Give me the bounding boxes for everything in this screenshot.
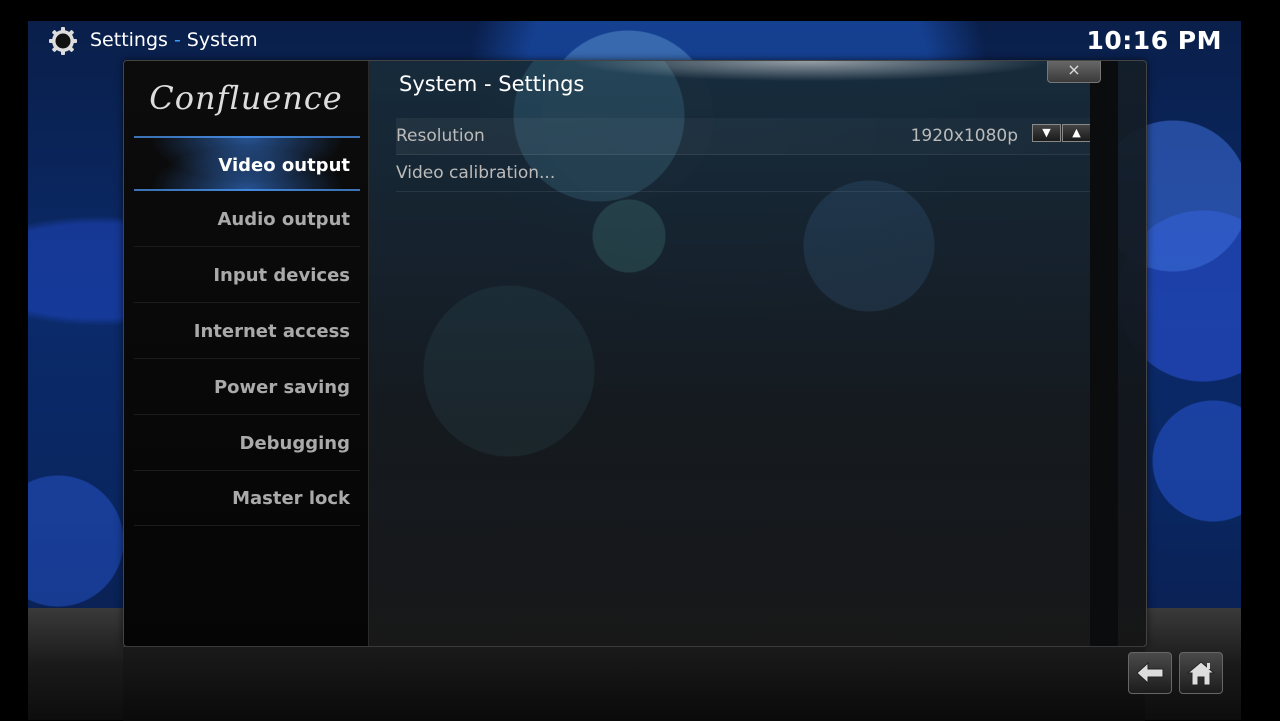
spin-down-button[interactable]: ▼ [1032, 124, 1061, 142]
page-title: System - Settings [399, 72, 585, 96]
breadcrumb: Settings - System [90, 29, 258, 51]
spin-up-button[interactable]: ▲ [1062, 124, 1091, 142]
home-icon [1187, 661, 1215, 686]
setting-label-video-calibration: Video calibration... [396, 163, 556, 183]
setting-row-video-calibration[interactable]: Video calibration... [396, 155, 1092, 192]
sidebar-item-input-devices[interactable]: Input devices [134, 248, 360, 303]
home-button[interactable] [1179, 652, 1223, 694]
sidebar-item-debugging[interactable]: Debugging [134, 416, 360, 471]
title-glow [549, 61, 1069, 83]
confluence-logo: Confluence [149, 79, 343, 117]
breadcrumb-separator: - [173, 29, 181, 51]
setting-value-resolution: 1920x1080p [910, 126, 1018, 146]
setting-label-resolution: Resolution [396, 126, 485, 146]
sidebar-item-master-lock[interactable]: Master lock [134, 471, 360, 526]
content-right-strip [1090, 61, 1118, 646]
breadcrumb-section: Settings [90, 29, 168, 51]
back-button[interactable] [1128, 652, 1172, 694]
bottom-bar [123, 646, 1145, 721]
settings-content: System - Settings Resolution 1920x1080p … [369, 61, 1118, 646]
back-arrow-icon [1136, 662, 1164, 684]
sidebar-item-internet-access[interactable]: Internet access [134, 304, 360, 359]
setting-row-resolution[interactable]: Resolution 1920x1080p ▼ ▲ [396, 118, 1092, 155]
sidebar-item-power-saving[interactable]: Power saving [134, 360, 360, 415]
sidebar-item-video-output[interactable]: Video output [134, 136, 360, 191]
breadcrumb-subsection: System [186, 29, 258, 51]
sidebar-item-audio-output[interactable]: Audio output [134, 192, 360, 247]
clock: 10:16 PM [1086, 26, 1222, 55]
gear-icon [48, 26, 78, 56]
close-button[interactable]: × [1047, 60, 1101, 83]
sidebar: Confluence Video output Audio output Inp… [124, 61, 369, 646]
settings-panel: Confluence Video output Audio output Inp… [123, 60, 1147, 647]
close-icon: × [1067, 60, 1081, 79]
